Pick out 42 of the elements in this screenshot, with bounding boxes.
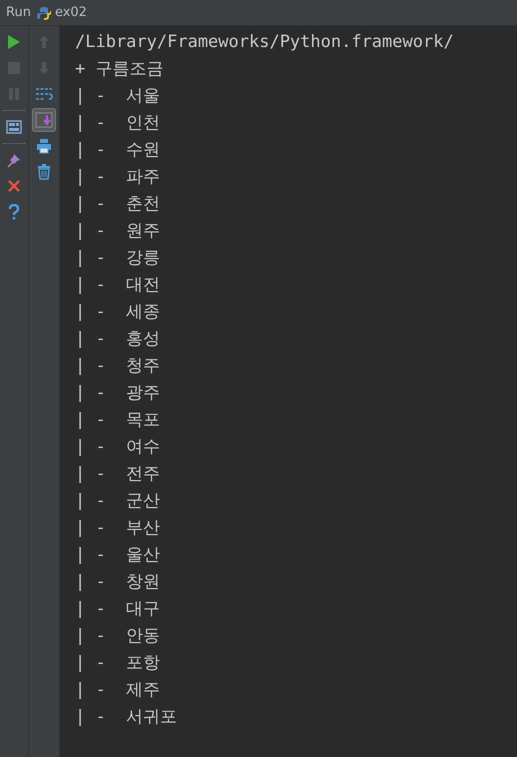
trash-icon	[37, 164, 51, 180]
console-line: | - 부산	[75, 517, 162, 540]
console-line: | - 서울	[75, 85, 162, 108]
console-line: | - 대전	[75, 274, 162, 297]
down-arrow-icon	[38, 61, 50, 75]
console-line: | - 세종	[75, 301, 162, 324]
pause-icon	[8, 87, 20, 101]
console-line: | - 창원	[75, 571, 162, 594]
run-icon	[7, 34, 21, 50]
console-line: | - 원주	[75, 220, 162, 243]
python-icon	[36, 6, 51, 20]
console-line: | - 광주	[75, 382, 162, 405]
console-line: | - 군산	[75, 490, 162, 513]
printer-icon	[36, 138, 52, 154]
console-line: | - 제주	[75, 679, 162, 702]
console-line: | - 홍성	[75, 328, 162, 351]
console-line: | - 목포	[75, 409, 162, 432]
console-line: | - 포항	[75, 652, 162, 675]
console-line: | - 전주	[75, 463, 162, 486]
console-line: /Library/Frameworks/Python.framework/	[75, 31, 455, 54]
run-configuration-name[interactable]: ex02	[54, 5, 87, 20]
stop-icon	[7, 61, 21, 75]
console-line: | - 파주	[75, 166, 162, 189]
console-line: | - 울산	[75, 544, 162, 567]
help-icon	[8, 204, 20, 220]
console-line: | - 강릉	[75, 247, 162, 270]
console-line: + 구름조금	[75, 58, 164, 81]
console-line: | - 청주	[75, 355, 162, 378]
soft-wrap-icon	[35, 86, 53, 102]
console-line: | - 인천	[75, 112, 162, 135]
console-line: | - 안동	[75, 625, 162, 648]
close-icon	[8, 180, 20, 192]
layout-icon	[6, 119, 22, 135]
console-line: | - 수원	[75, 139, 162, 162]
console-line: | - 춘천	[75, 193, 162, 216]
console-line: | - 여수	[75, 436, 162, 459]
up-arrow-icon	[38, 35, 50, 49]
console-line: | - 서귀포	[75, 706, 178, 729]
console-line: | - 대구	[75, 598, 162, 621]
tool-window-title: Run	[6, 5, 31, 20]
scroll-to-end-icon	[35, 112, 53, 128]
pin-icon	[6, 152, 22, 168]
